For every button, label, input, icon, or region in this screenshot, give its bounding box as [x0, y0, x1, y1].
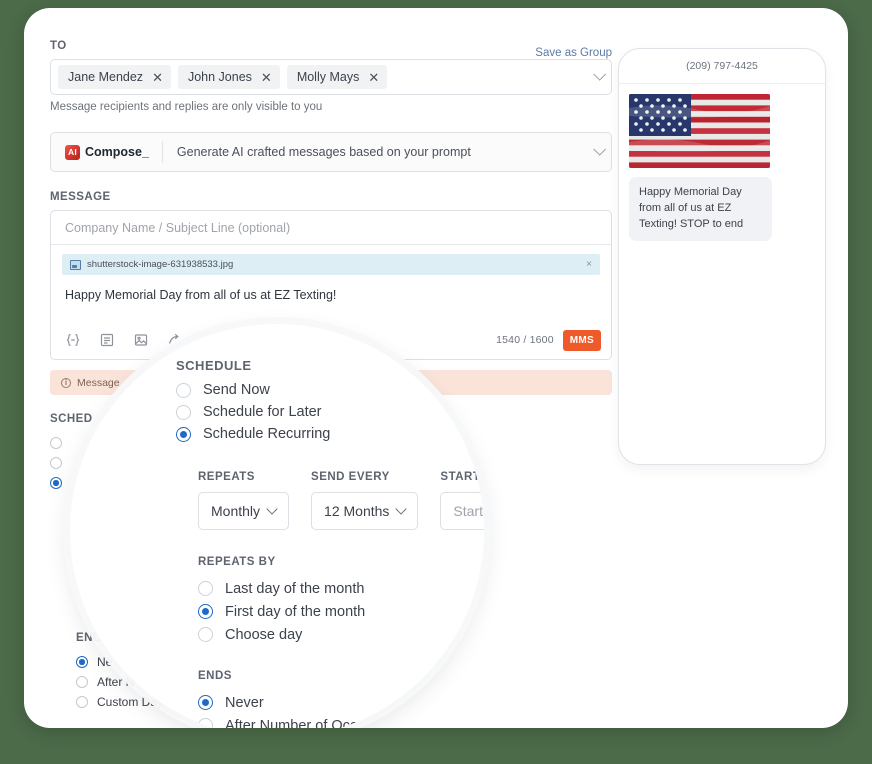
radio-icon[interactable] [176, 382, 191, 398]
radio-icon[interactable] [198, 627, 213, 642]
magnified-schedule-panel: SCHEDULE Send Now Schedule for Later Sch… [176, 358, 484, 728]
ends-label: ENDS [198, 670, 232, 682]
repeats-label: REPEATS [198, 471, 255, 483]
recipient-name: Jane Mendez [68, 70, 144, 84]
message-label: MESSAGE [50, 191, 111, 203]
to-header: TO Save as Group [50, 40, 612, 59]
attachment-chip[interactable]: shutterstock-image-631938533.jpg × [62, 254, 600, 275]
send-every-value: 12 Months [324, 503, 390, 519]
remove-recipient-icon[interactable]: ✕ [368, 71, 379, 84]
schedule-option-recurring[interactable]: Schedule Recurring [176, 423, 484, 445]
radio-icon[interactable] [198, 718, 213, 728]
shorten-link-icon[interactable] [167, 332, 183, 348]
ends-option-occurrences[interactable]: After Number of Occurrences [198, 714, 484, 728]
starts-on-label: STARTS ON [440, 471, 484, 483]
image-file-icon [70, 259, 81, 270]
recipients-hint: Message recipients and replies are only … [50, 101, 323, 113]
radio-icon[interactable] [176, 404, 191, 420]
message-meta: 1540 / 1600 MMS [496, 329, 601, 351]
remove-recipient-icon[interactable]: ✕ [152, 71, 163, 84]
starts-on-value: Starts Now [453, 503, 484, 519]
remove-recipient-icon[interactable]: ✕ [261, 71, 272, 84]
chevron-down-icon[interactable] [593, 67, 607, 81]
radio-icon[interactable] [198, 604, 213, 619]
ends-option-label: Never [225, 694, 264, 711]
schedule-option-label: Schedule for Later [203, 404, 322, 420]
attachment-filename: shutterstock-image-631938533.jpg [87, 259, 234, 270]
radio-icon[interactable] [76, 696, 88, 708]
message-body[interactable]: Happy Memorial Day from all of us at EZ … [51, 275, 611, 304]
ends-section: ENDS Never After Number of Occurrences C… [176, 670, 484, 728]
schedule-label: SCHEDULE [176, 358, 252, 373]
chevron-down-icon[interactable] [266, 503, 278, 515]
schedule-option-label: Send Now [203, 382, 270, 398]
chevron-down-icon[interactable] [593, 142, 607, 156]
radio-icon[interactable] [50, 477, 62, 489]
starts-on-field: STARTS ON Starts Now [440, 471, 484, 530]
phone-number: (209) 797-4425 [619, 49, 825, 84]
starts-on-input[interactable]: Starts Now [440, 492, 484, 530]
image-icon[interactable] [133, 332, 149, 348]
magnifier-lens: SCHEDULE Send Now Schedule for Later Sch… [70, 324, 484, 728]
chevron-down-icon[interactable] [395, 503, 408, 515]
save-as-group-link[interactable]: Save as Group [535, 47, 612, 59]
alert-text: Message [77, 376, 120, 389]
send-every-label: SEND EVERY [311, 471, 390, 483]
info-icon: i [61, 377, 71, 388]
ai-compose-prompt: Generate AI crafted messages based on yo… [176, 145, 471, 159]
repeats-by-option-label: First day of the month [225, 603, 366, 620]
ends-option-label: Ne [97, 655, 113, 669]
character-counter: 1540 / 1600 [496, 334, 554, 346]
to-label: TO [50, 40, 67, 52]
recipient-name: Molly Mays [296, 70, 360, 84]
ends-option-label: After N [97, 675, 135, 689]
american-flag-image [629, 94, 770, 168]
composer-card: TO Save as Group Jane Mendez ✕ John Jone… [24, 8, 848, 728]
radio-icon[interactable] [198, 581, 213, 596]
repeats-by-option-last-day[interactable]: Last day of the month [198, 577, 484, 600]
repeats-by-label: REPEATS BY [198, 556, 276, 568]
recipient-name: John Jones [187, 70, 252, 84]
phone-preview: (209) 797-4425 Happy Memorial Day from a… [618, 48, 826, 465]
repeats-field: REPEATS Monthly [198, 471, 290, 530]
repeats-by-section: REPEATS BY Last day of the month First d… [176, 556, 484, 646]
ai-icon: AI [65, 144, 80, 160]
recipient-chip[interactable]: John Jones ✕ [177, 65, 280, 89]
repeats-by-option-first-day[interactable]: First day of the month [198, 600, 484, 623]
repeats-value: Monthly [211, 503, 261, 519]
repeats-by-option-label: Last day of the month [225, 580, 365, 597]
recurrence-dropdowns: REPEATS Monthly SEND EVERY 12 Months STA… [176, 471, 484, 530]
schedule-option-label: Schedule Recurring [203, 426, 331, 442]
repeats-select[interactable]: Monthly [198, 492, 290, 530]
send-every-select[interactable]: 12 Months [311, 492, 419, 530]
send-every-field: SEND EVERY 12 Months [311, 471, 419, 530]
ends-option-never[interactable]: Never [198, 691, 484, 714]
phone-conversation: Happy Memorial Day from all of us at EZ … [619, 84, 825, 241]
repeats-by-option-label: Choose day [225, 626, 303, 643]
schedule-option-send-now[interactable]: Send Now [176, 379, 484, 401]
repeats-by-option-choose-day[interactable]: Choose day [198, 623, 484, 646]
ends-option-label: After Number of Occurrences [225, 717, 414, 729]
ai-compose-badge: AI Compose_ [65, 144, 162, 160]
template-icon[interactable] [99, 332, 115, 348]
subject-input[interactable]: Company Name / Subject Line (optional) [51, 211, 611, 245]
schedule-option-later[interactable]: Schedule for Later [176, 401, 484, 423]
radio-icon[interactable] [76, 676, 88, 688]
recipients-input[interactable]: Jane Mendez ✕ John Jones ✕ Molly Mays ✕ [50, 59, 612, 95]
radio-icon[interactable] [50, 437, 62, 449]
status-badge: MMS [562, 329, 601, 351]
remove-attachment-icon[interactable]: × [586, 259, 592, 270]
message-bubble: Happy Memorial Day from all of us at EZ … [629, 177, 772, 241]
recipient-chip[interactable]: Jane Mendez ✕ [58, 65, 171, 89]
radio-icon[interactable] [198, 695, 213, 710]
radio-icon[interactable] [76, 656, 88, 668]
ai-compose-word: Compose_ [85, 145, 149, 159]
ai-compose-bar[interactable]: AI Compose_ Generate AI crafted messages… [50, 132, 612, 172]
radio-icon[interactable] [176, 426, 191, 442]
radio-icon[interactable] [50, 457, 62, 469]
merge-field-icon[interactable] [65, 332, 81, 348]
recipient-chip[interactable]: Molly Mays ✕ [286, 65, 388, 89]
